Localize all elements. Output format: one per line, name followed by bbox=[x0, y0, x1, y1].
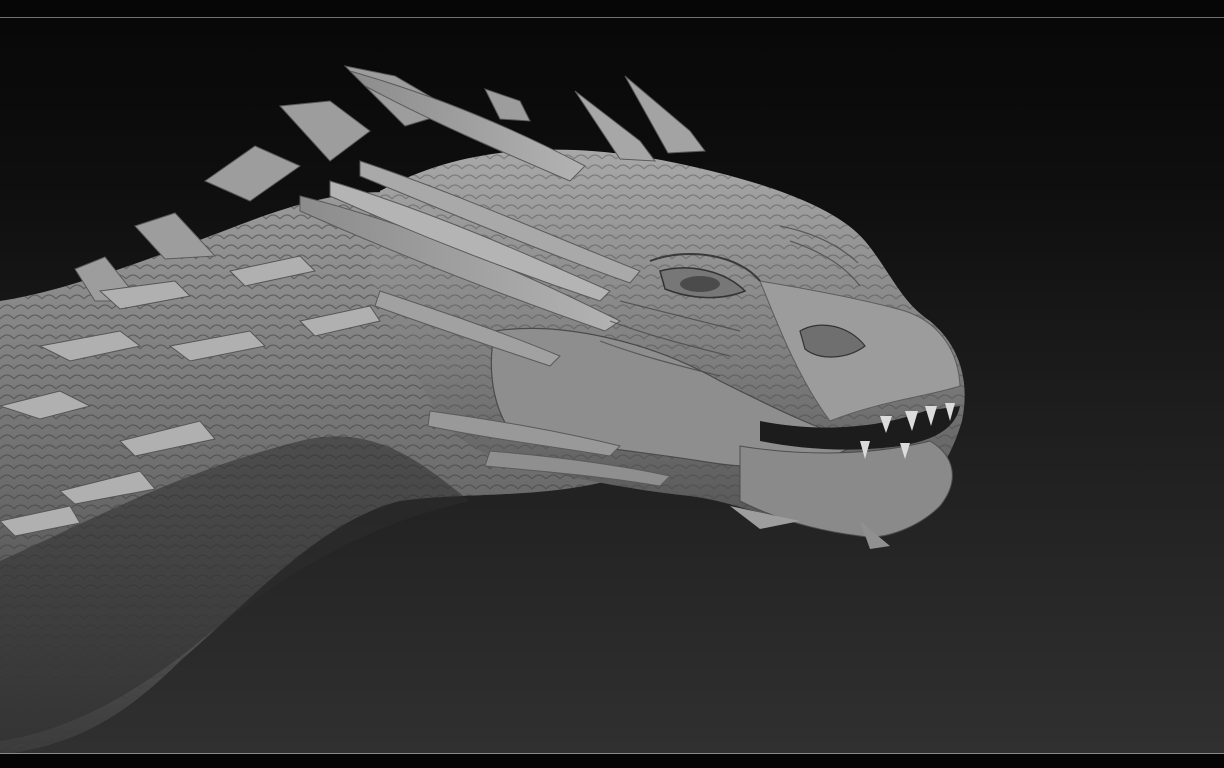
dragon-sculpt-model[interactable] bbox=[0, 18, 1224, 754]
bottom-status-strip bbox=[0, 754, 1224, 768]
sculpt-app-window bbox=[0, 0, 1224, 768]
document-canvas[interactable] bbox=[0, 17, 1224, 754]
top-toolbar-strip bbox=[0, 0, 1224, 17]
